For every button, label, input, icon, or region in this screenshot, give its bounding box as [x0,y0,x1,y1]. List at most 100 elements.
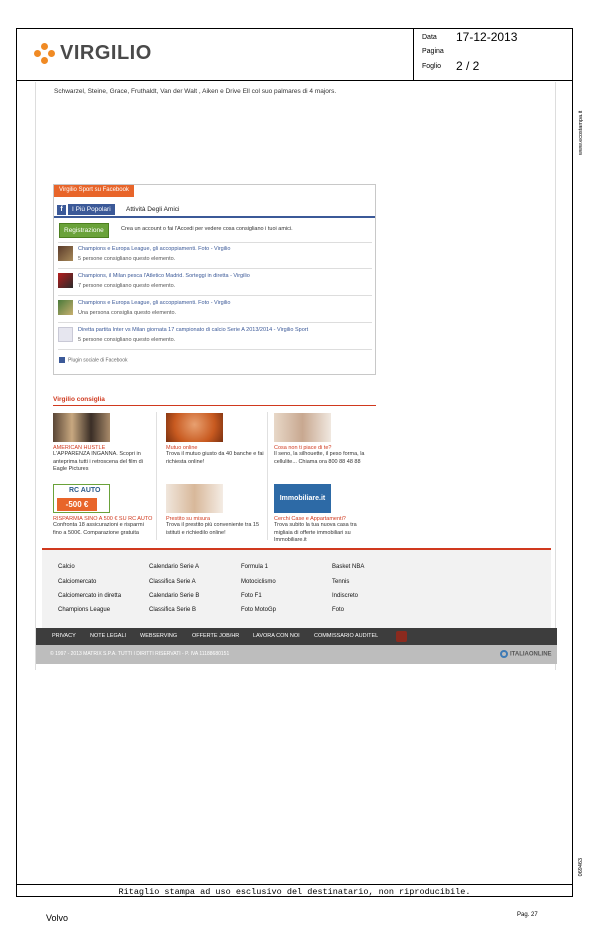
facebook-widget: Virgilio Sport su Facebook f I Più Popol… [53,184,376,375]
footer-link[interactable]: Indiscreto [332,593,358,599]
webserving-link[interactable]: WEBSERVING [140,633,177,639]
list-item[interactable]: Champions e Europa League, gli accoppiam… [58,298,372,320]
foglio-value: 2 / 2 [456,59,480,73]
brand-footer: Volvo [46,913,69,923]
disclaimer-band: Ritaglio stampa ad uso esclusivo del des… [16,884,573,897]
data-value: 17-12-2013 [456,30,518,44]
promo-card[interactable]: AMERICAN HUSTLE L'APPARENZA INGANNA. Sco… [53,413,153,474]
lavora-link[interactable]: LAVORA CON NOI [253,633,300,639]
footer-link[interactable]: Champions League [58,607,110,613]
footer-link[interactable]: Calciomercato in diretta [58,593,121,599]
mutuo-image [166,413,223,442]
banner-top-text: RC AUTO [69,487,101,494]
register-text: Crea un account o fai l'Accedi per veder… [121,226,293,232]
item-subtitle: 5 persone consigliano questo elemento. [78,337,176,343]
consiglia-title: Virgilio consiglia [53,396,105,403]
footer-link[interactable]: Calendario Serie A [149,564,199,570]
promo-card[interactable]: Immobiliare.it Cerchi Case e Appartament… [274,484,374,545]
promo-card[interactable]: Mutuo online Trova il mutuo giusto da 40… [166,413,266,466]
logo-text: VIRGILIO [60,42,152,64]
facebook-widget-header: Virgilio Sport su Facebook [54,185,134,197]
list-item[interactable]: Champions e Europa League, gli accoppiam… [58,244,372,266]
footer-link[interactable]: Formula 1 [241,564,268,570]
virgilio-logo: VIRGILIO [34,42,152,65]
note-legali-link[interactable]: NOTE LEGALI [90,633,126,639]
privacy-link[interactable]: PRIVACY [52,633,76,639]
article-snippet: Schwarzel, Steine, Grace, Fruthaldt, Van… [54,88,337,95]
divider [156,480,157,540]
tab-popular[interactable]: I Più Popolari [68,204,115,215]
italiaonline-logo[interactable]: ITALIAONLINE [500,650,552,658]
item-subtitle: Una persona consiglia questo elemento. [78,310,177,316]
call-center-image [166,484,223,513]
footer-link[interactable]: Basket NBA [332,564,364,570]
footer-links: Calcio Calendario Serie A Formula 1 Bask… [42,550,551,628]
facebook-icon: f [57,205,66,215]
divider [58,349,372,350]
disclaimer-text: Ritaglio stampa ad uso esclusivo del des… [118,887,471,897]
badge-icon [396,631,407,642]
facebook-small-icon [59,357,65,363]
footer-link[interactable]: Classifica Serie A [149,579,196,585]
movie-poster-image [53,413,110,442]
copyright-text: © 1997 - 2013 MATRIX S.P.A. TUTTI I DIRI… [50,651,230,657]
tab-friends-activity[interactable]: Attività Degli Amici [126,206,179,213]
register-button[interactable]: Registrazione [59,223,109,238]
rc-auto-banner: RC AUTO -500 € [53,484,110,513]
card-text: Il seno, la silhouette, il peso forma, l… [274,451,365,465]
divider [58,268,372,269]
promo-card[interactable]: RC AUTO -500 € RISPARMIA SINO A 500 € SU… [53,484,153,537]
item-title[interactable]: Diretta partita Inter vs Milan giornata … [78,327,308,333]
list-item[interactable]: Diretta partita Inter vs Milan giornata … [58,325,372,347]
auditel-link[interactable]: COMMISSARIO AUDITEL [314,633,378,639]
card-text: Trova il prestito più conveniente tra 15… [166,522,260,536]
side-url: www.ecostampa.it [578,110,584,155]
footer-link[interactable]: Calendario Serie B [149,593,199,599]
footer-link[interactable]: Foto [332,607,344,613]
sport-logo-icon [58,327,73,342]
web-clipping: Schwarzel, Steine, Grace, Fruthaldt, Van… [35,82,557,670]
item-title[interactable]: Champions e Europa League, gli accoppiam… [78,246,230,252]
side-code: 069463 [578,858,584,877]
news-thumbnail [58,246,73,261]
logo-box: VIRGILIO [16,28,414,80]
virgilio-logo-icon [34,42,56,65]
footer-link[interactable]: Tennis [332,579,349,585]
list-item[interactable]: Champions, il Milan pesca l'Atletico Mad… [58,271,372,293]
divider [58,322,372,323]
woman-image [274,413,331,442]
pagina-label: Pagina [422,48,444,55]
divider [58,242,372,243]
item-title[interactable]: Champions e Europa League, gli accoppiam… [78,300,230,306]
footer-link[interactable]: Calciomercato [58,579,96,585]
card-text: Trova il mutuo giusto da 40 banche e fai… [166,451,264,465]
page-number: Pag. 27 [517,912,538,918]
facebook-tabs: f I Più Popolari Attività Degli Amici [54,203,375,218]
item-subtitle: 5 persone consigliano questo elemento. [78,256,176,262]
news-thumbnail [58,300,73,315]
press-header: VIRGILIO Data 17-12-2013 Pagina Foglio 2… [16,28,573,81]
card-text: Confronta 18 assicurazioni e risparmi fi… [53,522,144,536]
card-text: Trova subito la tua nuova casa tra migli… [274,522,357,543]
item-subtitle: 7 persone consigliano questo elemento. [78,283,176,289]
footer-link[interactable]: Classifica Serie B [149,607,196,613]
item-title[interactable]: Champions, il Milan pesca l'Atletico Mad… [78,273,250,279]
facebook-plugin[interactable]: Plugin sociale di Facebook [59,357,127,363]
divider [58,295,372,296]
footer-link[interactable]: Foto F1 [241,593,262,599]
footer-link[interactable]: Calcio [58,564,75,570]
immobiliare-logo: Immobiliare.it [274,484,331,513]
footer-link[interactable]: Foto MotoGp [241,607,276,613]
meta-box: Data 17-12-2013 Pagina Foglio 2 / 2 [414,28,572,80]
copyright-bar: © 1997 - 2013 MATRIX S.P.A. TUTTI I DIRI… [36,645,557,664]
italiaonline-icon [500,650,508,658]
offerte-link[interactable]: OFFERTE JOB/HR [192,633,239,639]
promo-card[interactable]: Cosa non ti piace di te? Il seno, la sil… [274,413,374,466]
promo-card[interactable]: Prestito su misura Trova il prestito più… [166,484,266,537]
italiaonline-text: ITALIAONLINE [510,651,552,658]
foglio-label: Foglio [422,63,442,70]
footer-link[interactable]: Motociclismo [241,579,276,585]
data-label: Data [422,34,437,41]
plugin-label: Plugin sociale di Facebook [68,357,128,364]
consiglia-divider [53,405,376,406]
